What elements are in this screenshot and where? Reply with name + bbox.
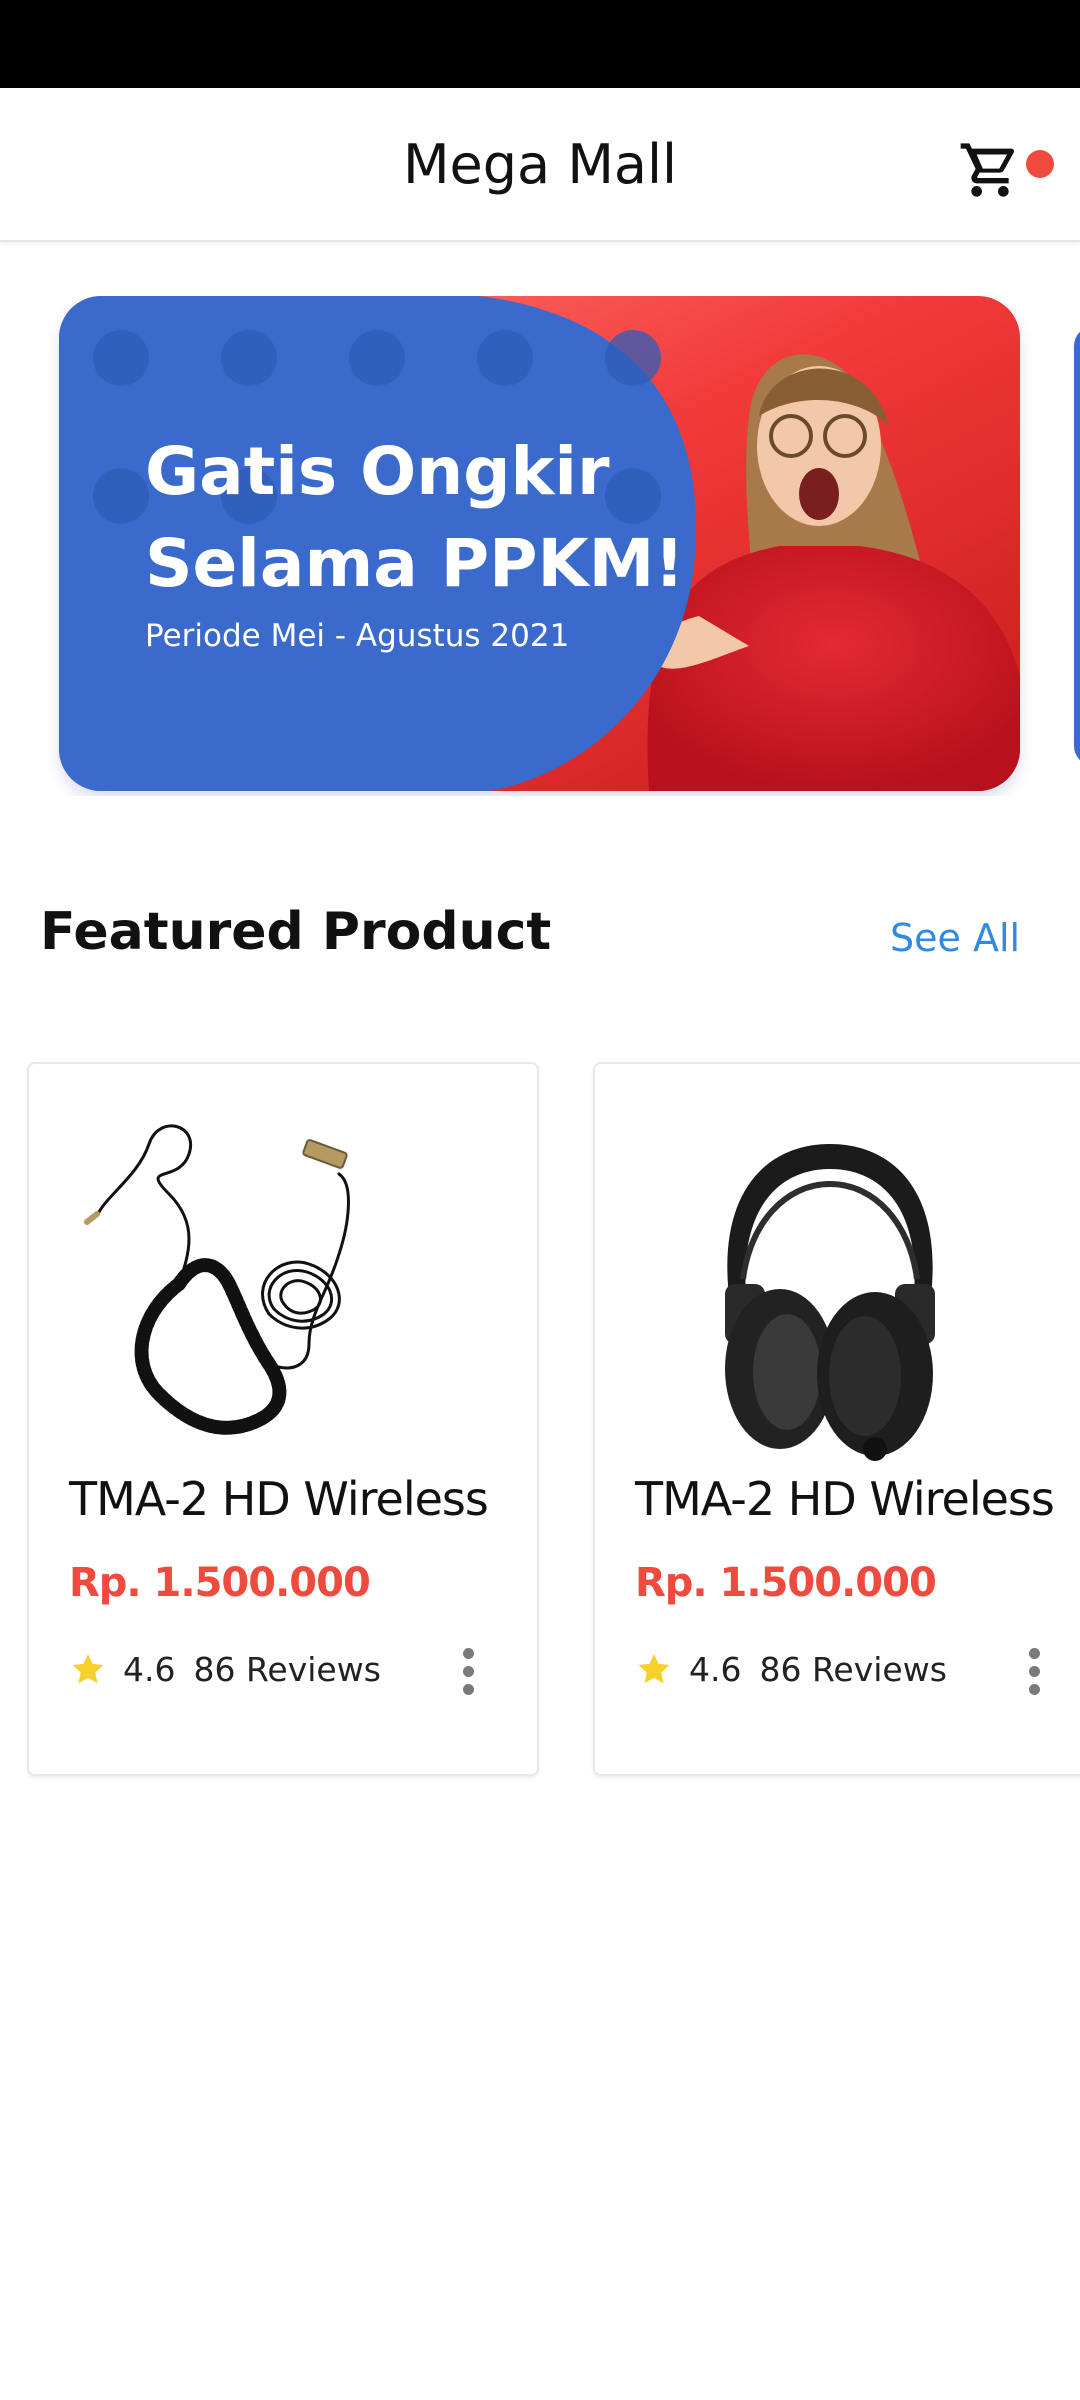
coiled-cable-image <box>84 1124 350 1435</box>
product-rating-row: 4.6 86 Reviews <box>635 1644 947 1694</box>
product-reviews: 86 Reviews <box>759 1649 947 1689</box>
more-vert-icon <box>463 1648 474 1659</box>
star-icon <box>638 1653 670 1684</box>
promo-carousel[interactable]: Gatis Ongkir Selama PPKM! Periode Mei - … <box>0 296 1080 796</box>
section-title: Featured Product <box>40 902 552 962</box>
next-banner-peek[interactable] <box>1074 326 1080 766</box>
banner-headline-line-2: Selama PPKM! <box>145 525 685 602</box>
product-price: Rp. 1.500.000 <box>635 1560 937 1606</box>
product-card[interactable]: TMA-2 HD Wireless Rp. 1.500.000 4.6 86 R… <box>27 1062 539 1776</box>
see-all-link[interactable]: See All <box>890 916 1020 960</box>
product-reviews: 86 Reviews <box>193 1649 381 1689</box>
cart-badge <box>1026 150 1054 178</box>
product-rating: 4.6 <box>689 1649 742 1689</box>
more-vert-icon <box>1029 1648 1040 1659</box>
product-card[interactable]: TMA-2 HD Wireless Rp. 1.500.000 4.6 86 R… <box>593 1062 1080 1776</box>
app-title: Mega Mall <box>402 133 678 196</box>
banner-headline: Gatis Ongkir Selama PPKM! <box>145 426 705 610</box>
app-bar: Mega Mall <box>0 88 1080 242</box>
star-icon <box>72 1653 104 1684</box>
promo-banner[interactable]: Gatis Ongkir Selama PPKM! Periode Mei - … <box>59 296 1020 791</box>
product-rating-row: 4.6 86 Reviews <box>69 1644 381 1694</box>
product-name: TMA-2 HD Wireless <box>635 1472 1055 1526</box>
headphones-image <box>725 1144 935 1461</box>
more-options-button[interactable] <box>1015 1644 1055 1700</box>
banner-subtitle: Periode Mei - Agustus 2021 <box>145 618 570 654</box>
product-price: Rp. 1.500.000 <box>69 1560 371 1606</box>
product-rating: 4.6 <box>123 1649 176 1689</box>
cart-icon <box>960 143 1015 197</box>
banner-headline-line-1: Gatis Ongkir <box>145 433 610 510</box>
cart-button[interactable] <box>950 130 1054 210</box>
product-name: TMA-2 HD Wireless <box>69 1472 489 1526</box>
more-options-button[interactable] <box>449 1644 489 1700</box>
status-bar <box>0 0 1080 88</box>
